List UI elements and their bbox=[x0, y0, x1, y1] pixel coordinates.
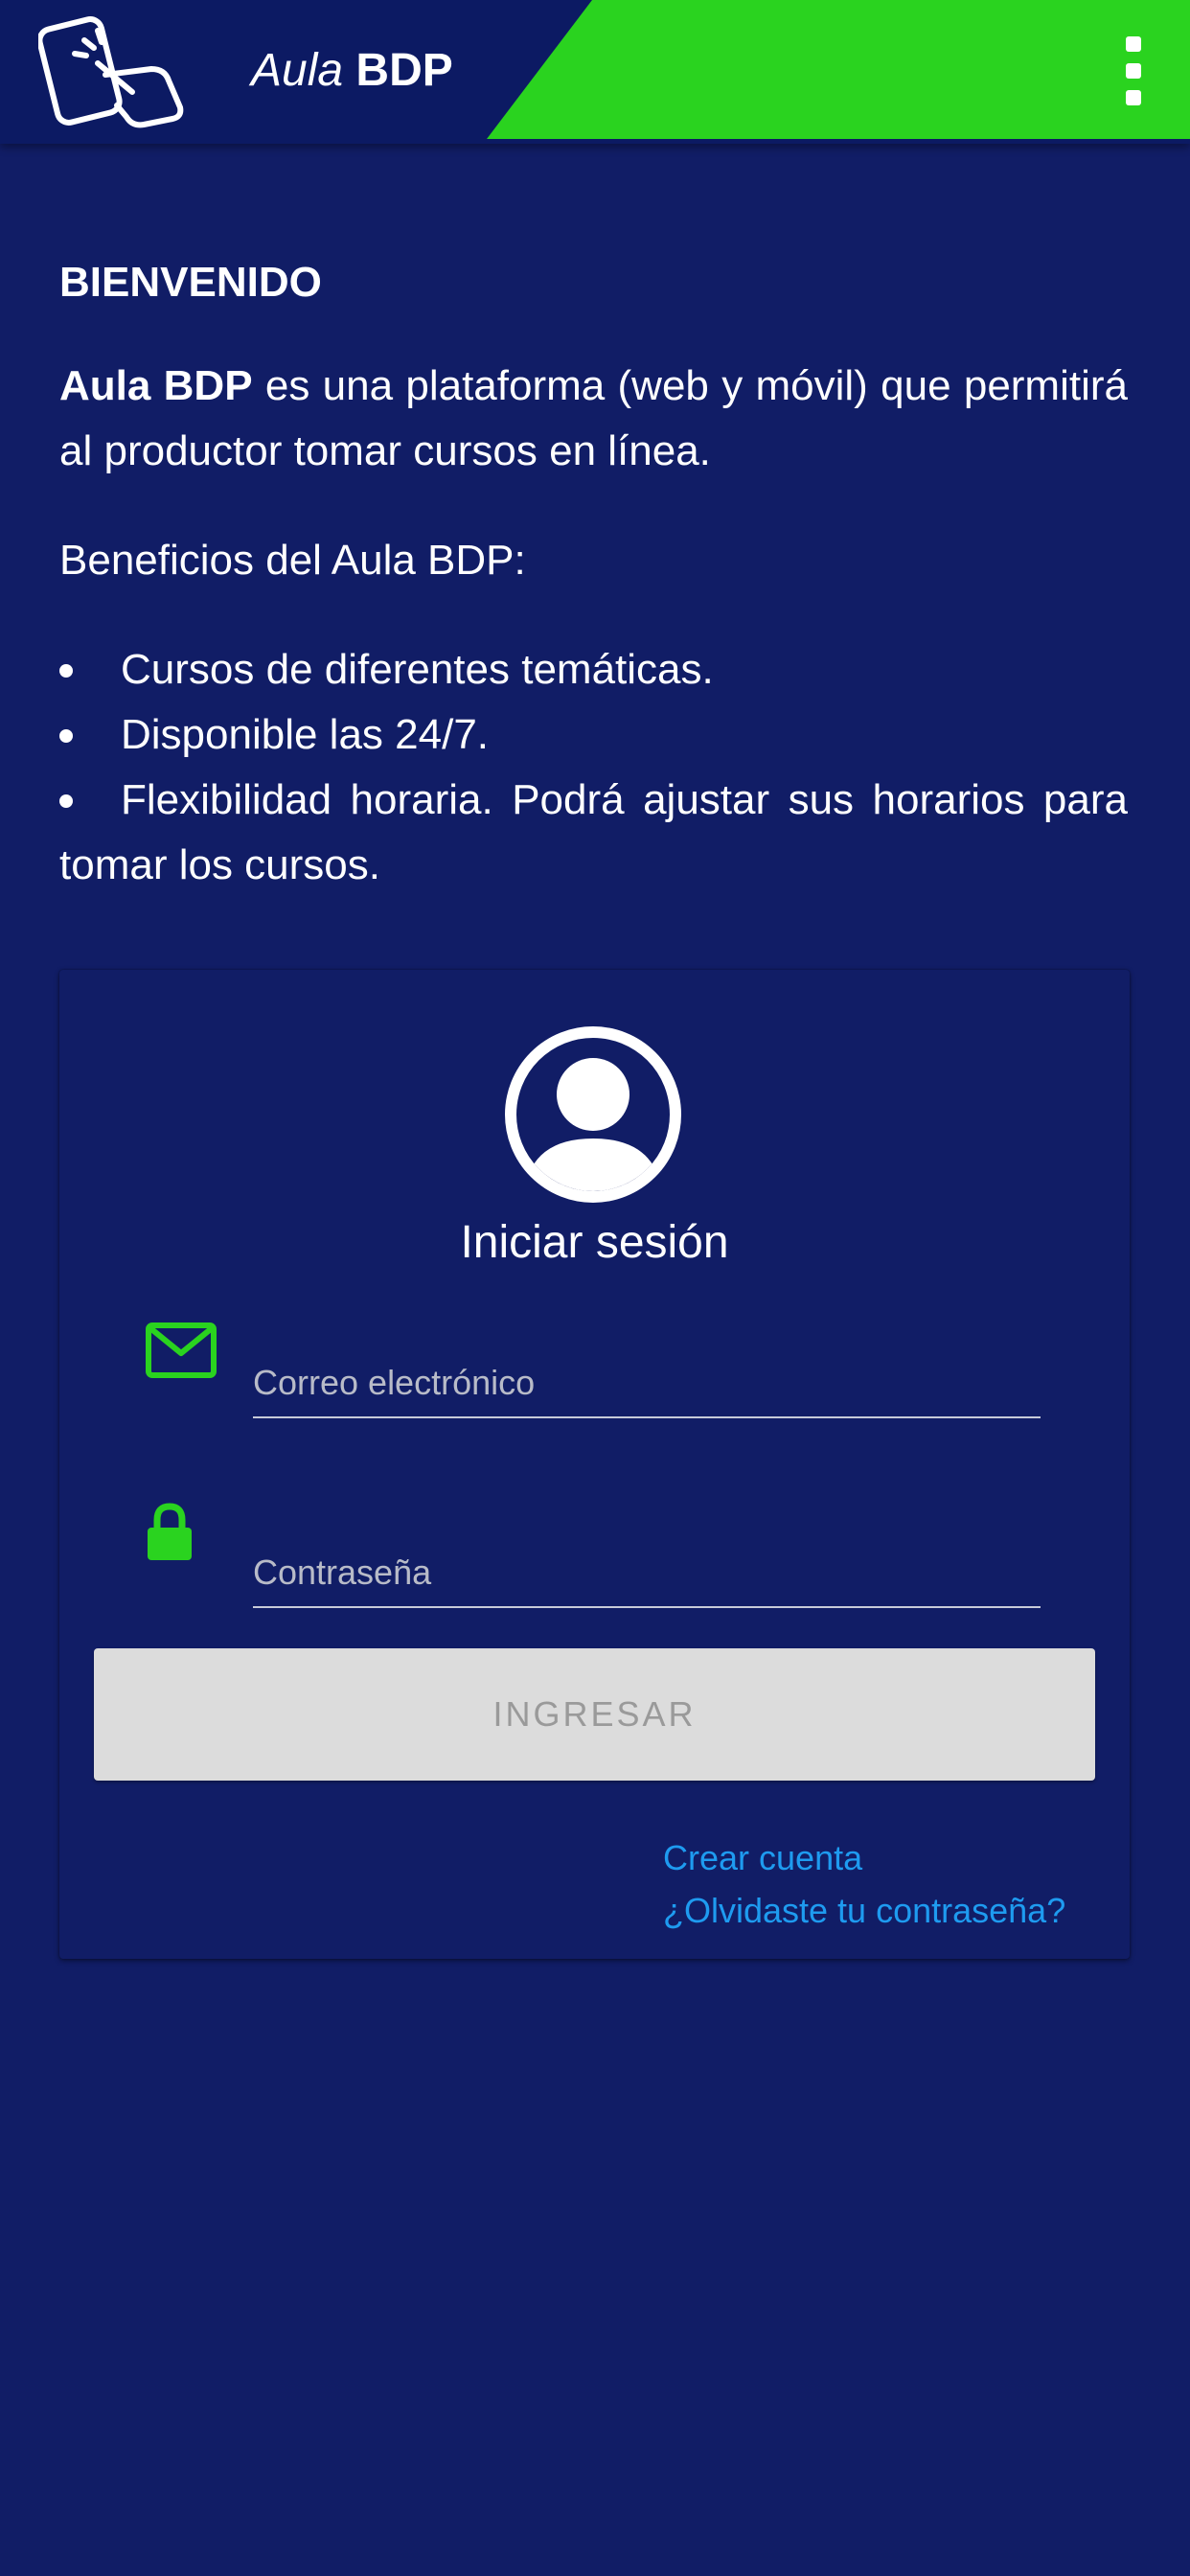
benefits-list: Cursos de diferentes temáticas. Disponib… bbox=[59, 637, 1128, 898]
brand-aula: Aula bbox=[251, 45, 344, 96]
welcome-description-strong: Aula BDP bbox=[59, 362, 253, 409]
forgot-password-link[interactable]: ¿Olvidaste tu contraseña? bbox=[663, 1885, 1065, 1937]
email-input[interactable] bbox=[253, 1349, 1041, 1418]
password-input[interactable] bbox=[253, 1539, 1041, 1608]
welcome-title: BIENVENIDO bbox=[59, 259, 322, 306]
app-header: Aula BDP bbox=[0, 0, 1190, 144]
welcome-description: Aula BDP es una plataforma (web y móvil)… bbox=[59, 354, 1128, 484]
benefit-item: Cursos de diferentes temáticas. bbox=[59, 637, 1128, 702]
phone-touch-icon bbox=[38, 16, 184, 128]
login-title: Iniciar sesión bbox=[460, 1217, 729, 1268]
menu-dot bbox=[1126, 36, 1141, 52]
envelope-icon bbox=[146, 1322, 217, 1378]
app-brand: Aula BDP bbox=[251, 42, 453, 100]
lock-icon bbox=[148, 1503, 192, 1560]
login-submit-button[interactable]: INGRESAR bbox=[94, 1648, 1095, 1781]
create-account-link[interactable]: Crear cuenta bbox=[663, 1832, 862, 1884]
welcome-section: BIENVENIDO Aula BDP es una plataforma (w… bbox=[59, 244, 1128, 898]
benefit-item: Disponible las 24/7. bbox=[59, 702, 1128, 768]
benefits-title: Beneficios del Aula BDP: bbox=[59, 537, 526, 584]
user-avatar-icon bbox=[505, 1026, 681, 1203]
brand-bdp: BDP bbox=[355, 45, 453, 96]
benefit-item: Flexibilidad horaria. Podrá ajustar sus … bbox=[59, 768, 1128, 898]
login-card: Iniciar sesión INGRESAR Crear cuenta ¿Ol… bbox=[59, 970, 1130, 1959]
more-vertical-icon[interactable] bbox=[1111, 33, 1157, 109]
email-field bbox=[59, 1296, 1130, 1439]
password-field bbox=[59, 1487, 1130, 1631]
menu-dot bbox=[1126, 63, 1141, 79]
menu-dot bbox=[1126, 90, 1141, 105]
